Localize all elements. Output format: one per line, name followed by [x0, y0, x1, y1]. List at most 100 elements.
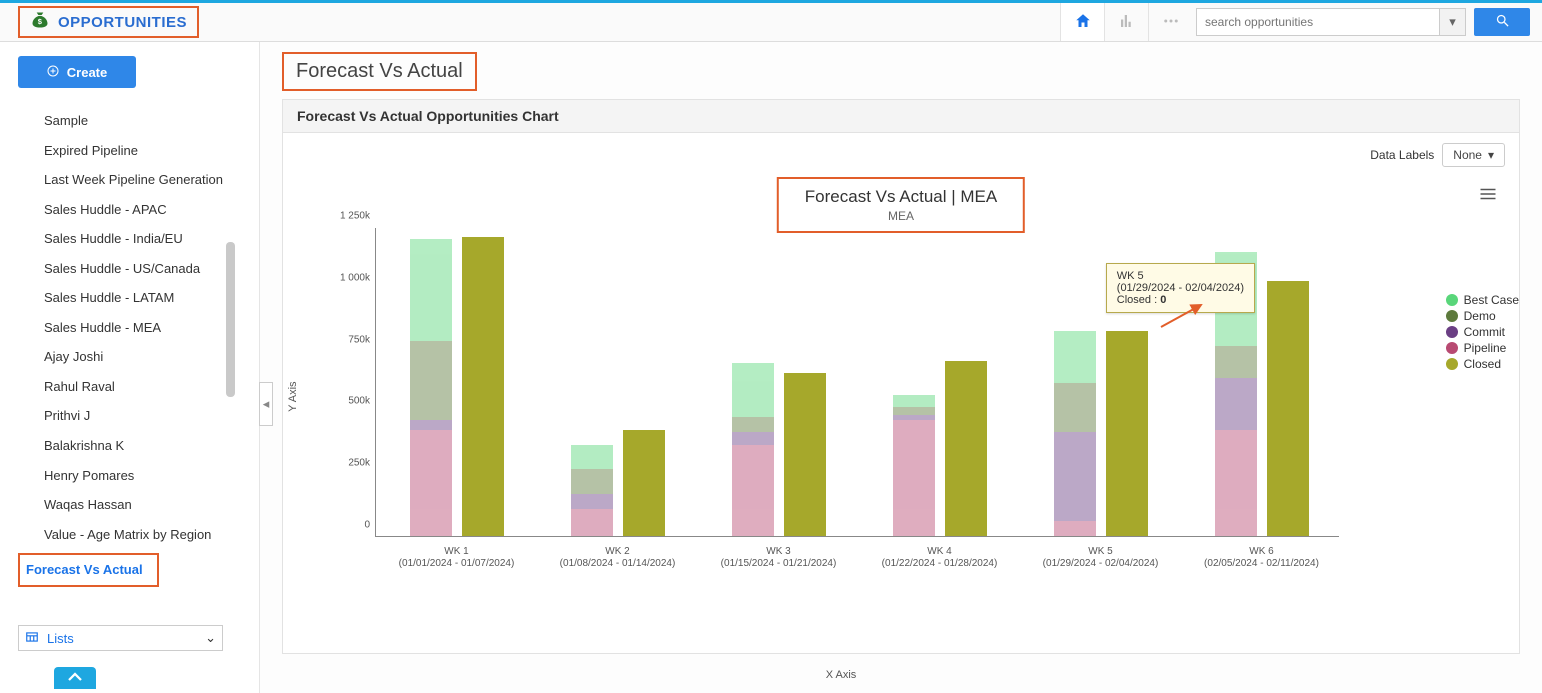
search-button[interactable] — [1474, 8, 1530, 36]
tooltip-line2: (01/29/2024 - 02/04/2024) — [1117, 282, 1244, 294]
y-tick: 500k — [324, 396, 370, 407]
x-tick: WK 2(01/08/2024 - 01/14/2024) — [560, 546, 676, 570]
caret-down-icon: ▾ — [1488, 148, 1494, 162]
x-tick: WK 4(01/22/2024 - 01/28/2024) — [882, 546, 998, 570]
bar-segment — [571, 469, 613, 494]
legend-label: Commit — [1464, 325, 1505, 339]
module-title: $ OPPORTUNITIES — [18, 6, 199, 38]
chevron-down-icon: ⌄ — [205, 630, 216, 646]
legend-item[interactable]: Closed — [1446, 357, 1519, 371]
search-icon — [1495, 13, 1510, 31]
y-tick: 1 000k — [324, 272, 370, 283]
actual-bar[interactable] — [784, 373, 826, 536]
sidebar-item[interactable]: Prithvi J — [18, 401, 247, 431]
actual-bar[interactable] — [945, 361, 987, 537]
sidebar-item[interactable]: Balakrishna K — [18, 431, 247, 461]
legend-label: Closed — [1464, 357, 1501, 371]
legend-item[interactable]: Commit — [1446, 325, 1519, 339]
more-button[interactable] — [1148, 3, 1192, 41]
sidebar-item[interactable]: Sales Huddle - APAC — [18, 195, 247, 225]
search-wrap: ▾ — [1196, 8, 1530, 36]
sidebar-item[interactable]: Sales Huddle - MEA — [18, 313, 247, 343]
bar-segment — [410, 420, 452, 430]
bar-segment — [893, 407, 935, 414]
scrollbar-thumb[interactable] — [226, 242, 235, 397]
x-tick: WK 5(01/29/2024 - 02/04/2024) — [1043, 546, 1159, 570]
data-labels-row: Data Labels None ▾ — [1370, 143, 1505, 167]
actual-bar[interactable] — [462, 237, 504, 536]
nav-list: SampleExpired PipelineLast Week Pipeline… — [18, 106, 247, 611]
bar-segment — [1215, 346, 1257, 378]
sidebar-item[interactable]: Expired Pipeline — [18, 136, 247, 166]
sidebar-item[interactable]: Ajay Joshi — [18, 342, 247, 372]
x-tick: WK 6(02/05/2024 - 02/11/2024) — [1204, 546, 1319, 570]
chart-title-box: Forecast Vs Actual | MEA MEA — [777, 177, 1025, 233]
bar-segment — [571, 494, 613, 509]
reports-button[interactable] — [1104, 3, 1148, 41]
svg-text:$: $ — [38, 17, 43, 26]
create-button[interactable]: Create — [18, 56, 136, 88]
legend-item[interactable]: Best Case — [1446, 293, 1519, 307]
top-bar: $ OPPORTUNITIES ▾ — [0, 0, 1542, 42]
chart-title: Forecast Vs Actual | MEA — [805, 187, 997, 207]
forecast-bar[interactable] — [410, 239, 452, 536]
sidebar-item[interactable]: Rahul Raval — [18, 372, 247, 402]
bar-segment — [732, 432, 774, 444]
legend-label: Demo — [1464, 309, 1496, 323]
module-title-text: OPPORTUNITIES — [58, 14, 187, 31]
sidebar-item[interactable]: Sales Huddle - US/Canada — [18, 254, 247, 284]
scroll-top-button[interactable] — [54, 667, 96, 689]
chart-menu-button[interactable] — [1479, 187, 1497, 204]
forecast-bar[interactable] — [571, 445, 613, 536]
y-tick: 750k — [324, 334, 370, 345]
sidebar-item[interactable]: Value - Age Matrix by Region — [18, 520, 247, 550]
legend-swatch — [1446, 342, 1458, 354]
chevron-down-icon: ▾ — [1449, 14, 1456, 30]
bar-segment — [571, 445, 613, 470]
data-labels-dropdown[interactable]: None ▾ — [1442, 143, 1505, 167]
bar-segment — [893, 395, 935, 407]
x-axis-label: X Axis — [333, 669, 1349, 681]
bar-segment — [410, 341, 452, 420]
bar-chart-icon — [1118, 12, 1136, 33]
sidebar-item[interactable]: Last Week Pipeline Generation — [18, 165, 247, 195]
bar-segment — [410, 239, 452, 340]
sidebar-item[interactable]: Sales Huddle - India/EU — [18, 224, 247, 254]
bar-segment — [571, 509, 613, 536]
lists-select[interactable]: Lists ⌄ — [18, 625, 223, 651]
search-scope-dropdown[interactable]: ▾ — [1440, 8, 1466, 36]
legend-swatch — [1446, 310, 1458, 322]
top-right: ▾ — [1060, 3, 1542, 41]
sidebar-item[interactable]: Henry Pomares — [18, 461, 247, 491]
sidebar-item[interactable]: Sample — [18, 106, 247, 136]
chart-subtitle: MEA — [805, 209, 997, 223]
annotation-arrow — [1157, 301, 1207, 331]
y-tick: 250k — [324, 458, 370, 469]
chevron-up-icon — [66, 671, 84, 686]
bar-segment — [893, 420, 935, 536]
sidebar-item[interactable]: Waqas Hassan — [18, 490, 247, 520]
sidebar-item[interactable]: Forecast Vs Actual — [18, 553, 159, 587]
search-input[interactable] — [1196, 8, 1440, 36]
sidebar-item[interactable]: Sales Huddle - LATAM — [18, 283, 247, 313]
legend-item[interactable]: Pipeline — [1446, 341, 1519, 355]
lists-label: Lists — [47, 631, 74, 646]
forecast-bar[interactable] — [1054, 331, 1096, 536]
actual-bar[interactable] — [623, 430, 665, 536]
legend-item[interactable]: Demo — [1446, 309, 1519, 323]
bar-segment — [410, 430, 452, 536]
panel-body: Data Labels None ▾ Forecast Vs Actual | … — [283, 133, 1519, 653]
legend-label: Best Case — [1464, 293, 1519, 307]
sidebar: Create SampleExpired PipelineLast Week P… — [0, 42, 260, 693]
bar-segment — [1215, 378, 1257, 430]
data-labels-text: Data Labels — [1370, 148, 1434, 162]
legend-swatch — [1446, 294, 1458, 306]
table-icon — [25, 630, 39, 647]
actual-bar[interactable] — [1267, 281, 1309, 536]
forecast-bar[interactable] — [893, 395, 935, 536]
moneybag-icon: $ — [30, 10, 50, 34]
actual-bar[interactable] — [1106, 331, 1148, 536]
forecast-bar[interactable] — [732, 363, 774, 536]
create-label: Create — [67, 65, 107, 80]
home-button[interactable] — [1060, 3, 1104, 41]
